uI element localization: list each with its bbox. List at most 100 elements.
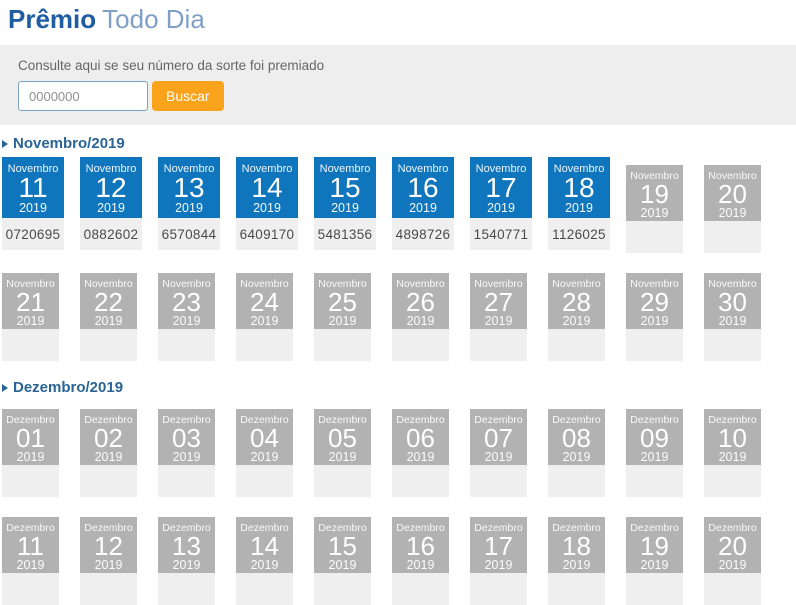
tile-day-number: 30 <box>718 287 747 317</box>
day-tile: Dezembro 07 2019 <box>470 409 527 465</box>
day-tile[interactable]: Novembro 16 2019 <box>392 157 454 218</box>
lucky-number <box>236 329 293 361</box>
lucky-number <box>626 221 683 253</box>
lucky-number <box>626 573 683 605</box>
tile-day-number: 24 <box>250 287 279 317</box>
tile-day-number: 19 <box>640 531 669 561</box>
day-tile: Dezembro 20 2019 <box>704 517 761 573</box>
search-panel: Consulte aqui se seu número da sorte foi… <box>0 45 796 125</box>
tile-day-number: 05 <box>328 423 357 453</box>
lucky-number <box>158 465 215 497</box>
day-cell: Novembro 12 2019 0882602 <box>80 157 142 250</box>
tile-year-label: 2019 <box>718 314 747 328</box>
lucky-number: 6409170 <box>236 218 298 250</box>
lucky-number-input[interactable] <box>18 81 148 111</box>
buscar-button[interactable]: Buscar <box>152 81 224 111</box>
day-tile: Dezembro 10 2019 <box>704 409 761 465</box>
tiles-row: Dezembro 11 2019 Dezembro 12 2019 Dezembro 13 20… <box>2 509 796 605</box>
day-cell: Dezembro 02 2019 <box>80 401 142 497</box>
day-cell: Dezembro 20 2019 <box>704 509 766 605</box>
day-tile: Dezembro 03 2019 <box>158 409 215 465</box>
lucky-number <box>548 573 605 605</box>
day-cell: Dezembro 12 2019 <box>80 509 142 605</box>
lucky-number <box>2 573 59 605</box>
day-cell: Novembro 30 2019 <box>704 265 766 361</box>
triangle-icon <box>2 384 8 392</box>
day-tile[interactable]: Novembro 12 2019 <box>80 157 142 218</box>
tile-day-number: 20 <box>718 531 747 561</box>
tile-year-label: 2019 <box>172 558 201 572</box>
tile-year-label: 2019 <box>406 450 435 464</box>
tile-year-label: 2019 <box>562 558 591 572</box>
lucky-number <box>392 573 449 605</box>
tile-year-label: 2019 <box>562 314 591 328</box>
lucky-number <box>314 465 371 497</box>
lucky-number <box>80 329 137 361</box>
tile-day-number: 14 <box>251 172 283 203</box>
tile-day-number: 11 <box>17 531 44 561</box>
tile-day-number: 27 <box>484 287 513 317</box>
lucky-number: 0882602 <box>80 218 142 250</box>
day-tile[interactable]: Novembro 17 2019 <box>470 157 532 218</box>
tile-day-number: 02 <box>94 423 123 453</box>
day-tile[interactable]: Novembro 15 2019 <box>314 157 376 218</box>
tile-year-label: 2019 <box>331 201 359 215</box>
tile-day-number: 06 <box>406 423 435 453</box>
lucky-number <box>626 465 683 497</box>
lucky-number <box>2 465 59 497</box>
lucky-number <box>470 465 527 497</box>
tile-year-label: 2019 <box>640 314 669 328</box>
day-cell: Novembro 18 2019 1126025 <box>548 157 610 250</box>
tile-year-label: 2019 <box>484 314 513 328</box>
tile-day-number: 18 <box>563 172 595 203</box>
day-cell: Dezembro 06 2019 <box>392 401 454 497</box>
tile-day-number: 25 <box>328 287 357 317</box>
tiles-row: Novembro 11 2019 0720695 Novembro 12 2019 08826… <box>2 157 796 253</box>
tile-year-label: 2019 <box>406 558 435 572</box>
search-label: Consulte aqui se seu número da sorte foi… <box>18 58 325 73</box>
day-tile: Dezembro 18 2019 <box>548 517 605 573</box>
tile-year-label: 2019 <box>328 450 357 464</box>
day-cell: Novembro 24 2019 <box>236 265 298 361</box>
tile-day-number: 14 <box>250 531 279 561</box>
tile-year-label: 2019 <box>16 558 45 572</box>
tile-year-label: 2019 <box>328 314 357 328</box>
section-heading: Novembro/2019 <box>2 135 796 153</box>
tile-year-label: 2019 <box>19 201 47 215</box>
tile-year-label: 2019 <box>718 558 747 572</box>
day-tile: Dezembro 02 2019 <box>80 409 137 465</box>
lucky-number <box>548 329 605 361</box>
lucky-number <box>236 573 293 605</box>
day-cell: Dezembro 10 2019 <box>704 401 766 497</box>
tile-year-label: 2019 <box>328 558 357 572</box>
tile-year-label: 2019 <box>718 206 747 220</box>
tile-year-label: 2019 <box>562 450 591 464</box>
tile-year-label: 2019 <box>250 558 279 572</box>
tile-day-number: 04 <box>250 423 279 453</box>
day-tile: Novembro 30 2019 <box>704 273 761 329</box>
tile-day-number: 21 <box>16 287 45 317</box>
day-cell: Novembro 25 2019 <box>314 265 376 361</box>
day-tile: Dezembro 05 2019 <box>314 409 371 465</box>
tile-year-label: 2019 <box>640 558 669 572</box>
tile-year-label: 2019 <box>16 314 45 328</box>
lucky-number: 6570844 <box>158 218 220 250</box>
search-row: Buscar <box>18 81 778 111</box>
day-cell: Novembro 27 2019 <box>470 265 532 361</box>
day-tile: Novembro 25 2019 <box>314 273 371 329</box>
tile-day-number: 29 <box>640 287 669 317</box>
lucky-number <box>704 573 761 605</box>
tile-year-label: 2019 <box>97 201 125 215</box>
section-heading-label: Novembro/2019 <box>13 135 125 152</box>
day-tile[interactable]: Novembro 14 2019 <box>236 157 298 218</box>
day-tile: Dezembro 13 2019 <box>158 517 215 573</box>
day-tile[interactable]: Novembro 18 2019 <box>548 157 610 218</box>
page-title-primary: Prêmio <box>8 4 97 34</box>
day-tile[interactable]: Novembro 13 2019 <box>158 157 220 218</box>
lucky-number <box>236 465 293 497</box>
tile-day-number: 01 <box>16 423 45 453</box>
day-cell: Dezembro 11 2019 <box>2 509 64 605</box>
lucky-number <box>704 465 761 497</box>
day-cell: Dezembro 01 2019 <box>2 401 64 497</box>
day-tile[interactable]: Novembro 11 2019 <box>2 157 64 218</box>
